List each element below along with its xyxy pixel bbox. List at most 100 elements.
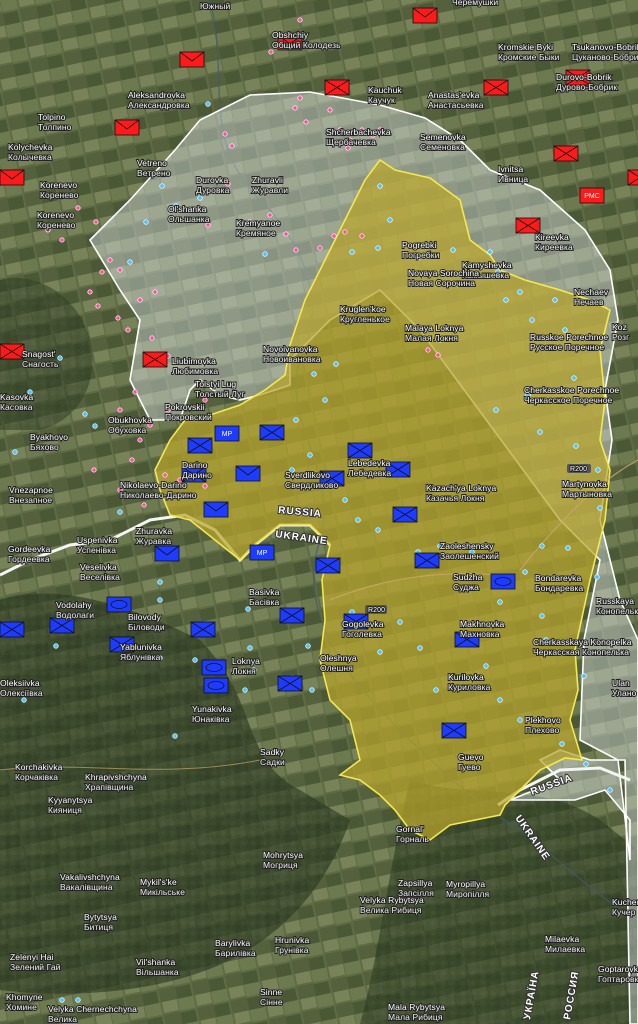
unit-symbol[interactable]: PMC [579,187,605,204]
poi-marker[interactable] [311,371,317,377]
poi-marker[interactable] [157,579,163,585]
map-canvas[interactable]: R200 R200 RUSSIA UKRAINE RUSSIA UKRAINE … [0,0,638,1024]
poi-marker[interactable] [497,599,503,605]
poi-marker[interactable] [141,502,147,508]
unit-symbol[interactable] [49,617,75,634]
unit-symbol[interactable] [627,169,638,186]
unit-symbol[interactable] [490,573,516,590]
poi-marker[interactable] [137,297,143,303]
poi-marker[interactable] [559,741,565,747]
poi-marker[interactable] [537,429,543,435]
unit-symbol[interactable] [279,607,305,624]
poi-marker[interactable] [552,297,558,303]
poi-marker[interactable] [93,219,99,225]
unit-symbol[interactable] [201,659,227,676]
poi-marker[interactable] [450,247,456,253]
unit-symbol[interactable] [235,465,261,482]
poi-marker[interactable] [53,643,59,649]
poi-marker[interactable] [539,543,545,549]
poi-marker[interactable] [417,645,423,651]
unit-symbol[interactable] [0,343,25,360]
unit-symbol[interactable] [483,79,509,96]
poi-marker[interactable] [583,761,589,767]
unit-symbol[interactable] [315,557,341,574]
poi-marker[interactable] [375,527,381,533]
poi-marker[interactable] [529,317,535,323]
poi-marker[interactable] [517,289,523,295]
unit-symbol[interactable] [203,501,229,518]
poi-marker[interactable] [91,467,97,473]
poi-marker[interactable] [517,717,523,723]
poi-marker[interactable] [581,673,587,679]
poi-marker[interactable] [245,606,251,612]
unit-symbol[interactable] [142,351,168,368]
poi-marker[interactable] [607,787,613,793]
poi-marker[interactable] [597,505,603,511]
poi-marker[interactable] [595,467,601,473]
poi-marker[interactable] [92,423,98,429]
poi-marker[interactable] [342,229,348,235]
poi-marker[interactable] [283,231,289,237]
unit-symbol[interactable] [106,596,132,613]
unit-symbol[interactable] [392,506,418,523]
poi-marker[interactable] [539,613,545,619]
poi-marker[interactable] [297,17,303,23]
poi-marker[interactable] [303,119,309,125]
poi-marker[interactable] [117,509,123,515]
unit-symbol[interactable] [179,51,205,68]
poi-marker[interactable] [107,257,113,263]
poi-marker[interactable] [293,417,299,423]
poi-marker[interactable] [425,347,431,353]
poi-marker[interactable] [317,245,323,251]
unit-symbol[interactable] [0,621,25,638]
poi-marker[interactable] [129,457,135,463]
poi-marker[interactable] [359,233,365,239]
poi-marker[interactable] [435,352,441,358]
poi-marker[interactable] [565,545,571,551]
unit-symbol[interactable]: MP [249,544,275,561]
poi-marker[interactable] [202,483,208,489]
unit-symbol[interactable] [412,7,438,24]
poi-marker[interactable] [82,411,88,417]
poi-marker[interactable] [99,269,105,275]
poi-marker[interactable] [242,687,248,693]
poi-marker[interactable] [157,597,163,603]
poi-marker[interactable] [152,289,158,295]
poi-marker[interactable] [172,733,178,739]
poi-marker[interactable] [268,49,274,55]
poi-marker[interactable] [267,212,273,218]
poi-marker[interactable] [307,452,313,458]
unit-symbol[interactable] [259,424,285,441]
poi-marker[interactable] [127,259,133,265]
poi-marker[interactable] [349,249,355,255]
unit-symbol[interactable] [114,119,140,136]
unit-symbol[interactable] [277,675,303,692]
poi-marker[interactable] [247,645,253,651]
poi-marker[interactable] [297,95,303,101]
poi-marker[interactable] [21,697,27,703]
unit-symbol[interactable] [187,437,213,454]
poi-marker[interactable] [205,101,211,107]
poi-marker[interactable] [132,389,138,395]
poi-marker[interactable] [293,247,299,253]
poi-marker[interactable] [493,407,499,413]
poi-marker[interactable] [159,183,165,189]
poi-marker[interactable] [322,397,328,403]
unit-symbol[interactable]: MP [214,425,240,442]
poi-marker[interactable] [125,327,131,333]
poi-marker[interactable] [149,335,155,341]
poi-marker[interactable] [377,649,383,655]
poi-marker[interactable] [594,574,600,580]
poi-marker[interactable] [375,245,381,251]
poi-marker[interactable] [573,443,579,449]
poi-marker[interactable] [117,267,123,273]
poi-marker[interactable] [433,687,439,693]
unit-symbol[interactable] [553,145,579,162]
poi-marker[interactable] [503,297,509,303]
poi-marker[interactable] [197,195,203,201]
poi-marker[interactable] [137,437,143,443]
unit-symbol[interactable] [515,217,541,234]
poi-marker[interactable] [355,517,361,523]
poi-marker[interactable] [115,315,121,321]
poi-marker[interactable] [327,107,333,113]
